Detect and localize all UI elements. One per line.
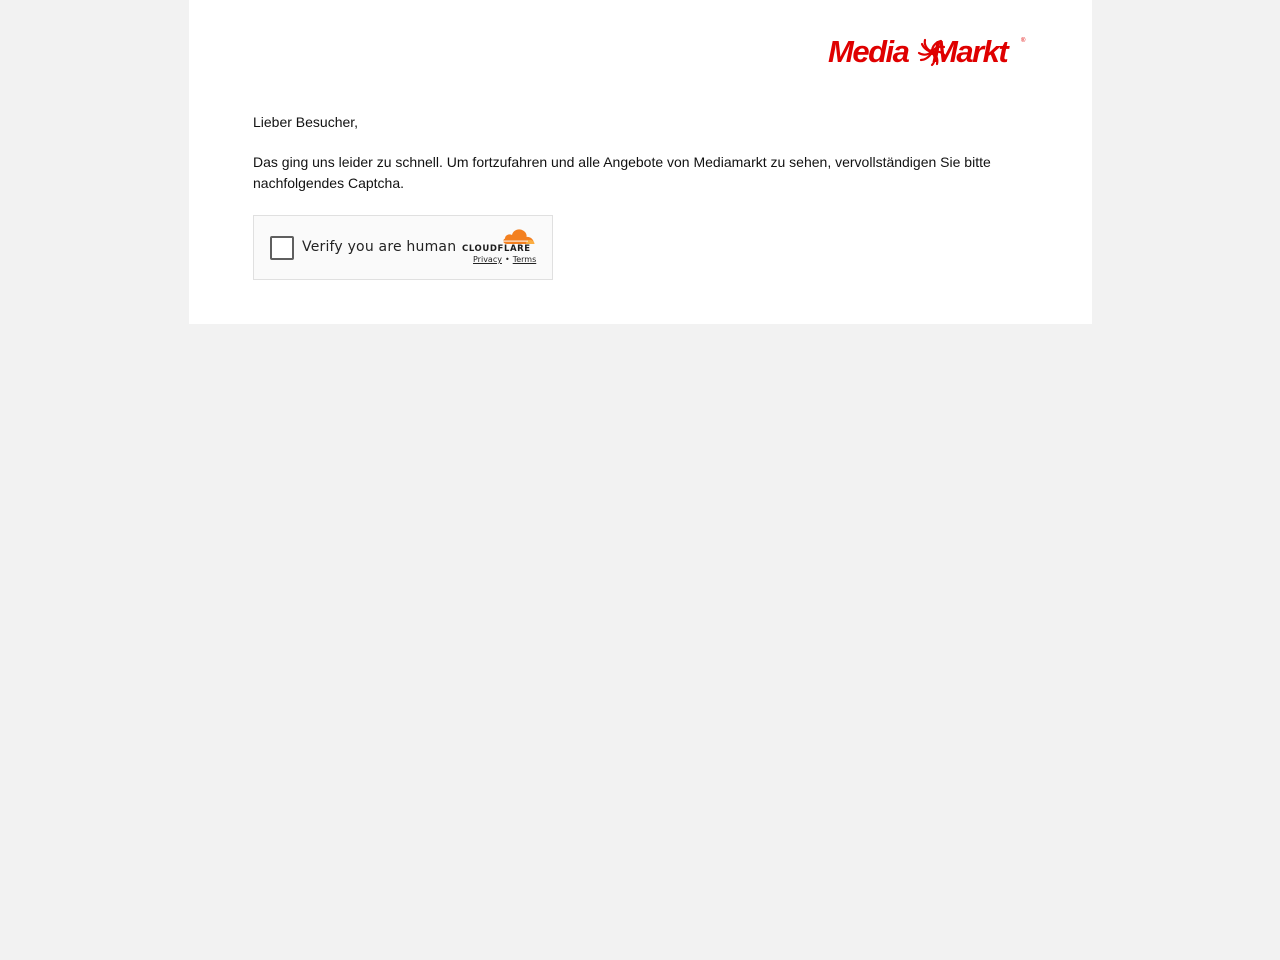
cloudflare-wordmark: CLOUDFLARE	[462, 244, 531, 254]
mediamarkt-logo: Media Markt ®	[828, 34, 1028, 70]
captcha-message: Das ging uns leider zu schnell. Um fortz…	[253, 154, 991, 191]
cloudflare-logo: CLOUDFLARE	[462, 227, 538, 257]
cloudflare-cloud-icon	[502, 229, 535, 244]
logo-text-media: Media	[828, 34, 910, 69]
link-separator: •	[504, 255, 510, 264]
cloudflare-links: Privacy • Terms	[473, 255, 536, 264]
verify-checkbox[interactable]	[270, 236, 294, 260]
privacy-link[interactable]: Privacy	[473, 255, 502, 264]
terms-link[interactable]: Terms	[513, 255, 537, 264]
greeting-text: Lieber Besucher,	[253, 114, 359, 130]
logo-registered-mark: ®	[1021, 38, 1026, 44]
logo-text-markt: Markt	[932, 34, 1009, 69]
verify-label: Verify you are human	[302, 239, 457, 255]
captcha-widget: Verify you are human CLOUDFLARE Privacy •…	[253, 215, 553, 280]
content-card: Media Markt ® Lieber Besucher, Das ging …	[189, 0, 1092, 324]
